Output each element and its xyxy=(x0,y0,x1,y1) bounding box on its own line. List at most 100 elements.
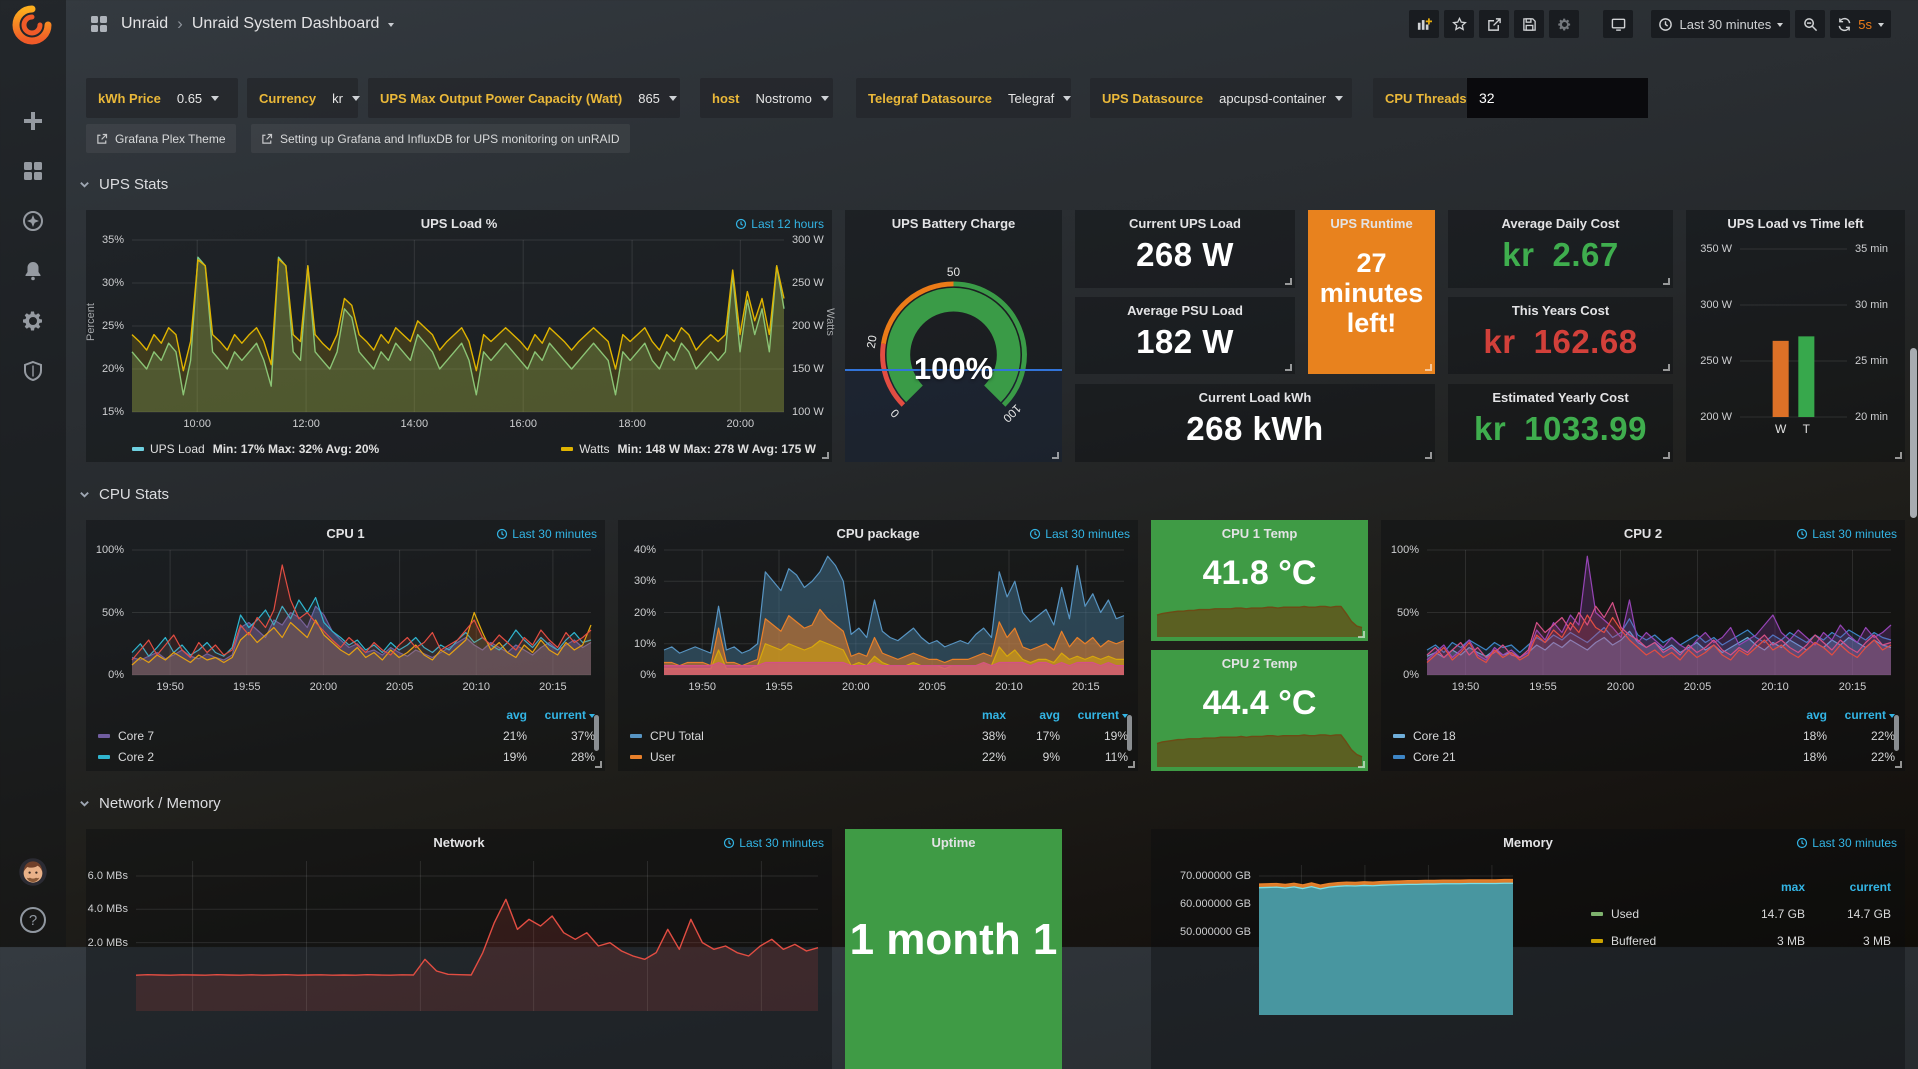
sidebar-item-configuration[interactable] xyxy=(20,308,46,334)
tv-mode-button[interactable] xyxy=(1603,10,1633,38)
chevron-down-icon[interactable] xyxy=(388,23,394,30)
row-header-cpu-stats[interactable]: CPU Stats xyxy=(79,486,169,503)
legend-series[interactable]: CPU Total xyxy=(630,729,948,743)
sidebar-item-dashboards[interactable] xyxy=(20,158,46,184)
legend-scrollbar[interactable] xyxy=(1894,715,1899,751)
legend-header-avg[interactable]: avg xyxy=(1006,708,1060,722)
panel-time-range[interactable]: Last 12 hours xyxy=(735,217,824,231)
resize-handle[interactable] xyxy=(1425,452,1432,459)
panel-title[interactable]: Memory xyxy=(1151,835,1905,850)
panel-title[interactable]: UPS Load vs Time left xyxy=(1686,216,1905,231)
sidebar-item-server-admin[interactable] xyxy=(20,358,46,384)
panel-title[interactable]: UPS Load % xyxy=(86,216,832,231)
resize-handle[interactable] xyxy=(1358,631,1365,638)
resize-handle[interactable] xyxy=(822,452,829,459)
grafana-logo[interactable] xyxy=(12,5,52,45)
panel-title[interactable]: Uptime xyxy=(845,835,1062,850)
legend-series[interactable]: Core 18 xyxy=(1393,729,1765,743)
panel-title[interactable]: UPS Runtime xyxy=(1308,216,1435,231)
breadcrumb-root[interactable]: Unraid xyxy=(121,15,168,33)
legend-header-current[interactable]: current xyxy=(1827,708,1895,722)
panel-title[interactable]: CPU 2 Temp xyxy=(1151,656,1368,671)
variable-ups-max-power[interactable]: UPS Max Output Power Capacity (Watt)865 xyxy=(368,78,680,118)
resize-handle[interactable] xyxy=(1663,278,1670,285)
panel-time-range[interactable]: Last 30 minutes xyxy=(1796,527,1897,541)
resize-handle[interactable] xyxy=(1358,761,1365,768)
panel-title[interactable]: UPS Battery Charge xyxy=(845,216,1062,231)
ups-load-chart[interactable] xyxy=(132,240,784,412)
battery-gauge[interactable]: 02050100 xyxy=(855,240,1052,446)
resize-handle[interactable] xyxy=(1663,452,1670,459)
sidebar-item-explore[interactable] xyxy=(20,208,46,234)
panel-title[interactable]: Current Load kWh xyxy=(1075,390,1435,405)
panel-time-range[interactable]: Last 30 minutes xyxy=(723,836,824,850)
panel-title[interactable]: Average PSU Load xyxy=(1075,303,1295,318)
refresh-picker[interactable]: 5s xyxy=(1830,10,1891,38)
share-button[interactable] xyxy=(1479,10,1509,38)
page-scrollbar[interactable] xyxy=(1910,348,1917,518)
variable-telegraf-datasource[interactable]: Telegraf DatasourceTelegraf xyxy=(856,78,1071,118)
legend-header-current[interactable]: current xyxy=(1805,880,1891,894)
legend-header-max[interactable]: max xyxy=(948,708,1006,722)
legend-series[interactable]: Core 21 xyxy=(1393,750,1765,764)
resize-handle[interactable] xyxy=(1285,364,1292,371)
legend-header-max[interactable]: max xyxy=(1725,880,1805,894)
panel-time-range[interactable]: Last 30 minutes xyxy=(496,527,597,541)
panel-title[interactable]: Network xyxy=(86,835,832,850)
bars-chart[interactable] xyxy=(1740,249,1847,417)
panel-time-range[interactable]: Last 30 minutes xyxy=(1029,527,1130,541)
legend-header-avg[interactable]: avg xyxy=(1765,708,1827,722)
legend-series[interactable]: User xyxy=(630,750,948,764)
panel-title[interactable]: Estimated Yearly Cost xyxy=(1448,390,1673,405)
cpu-package-chart[interactable] xyxy=(664,550,1124,675)
variable-kwh-price[interactable]: kWh Price0.65 xyxy=(86,78,238,118)
legend-scrollbar[interactable] xyxy=(594,715,599,751)
legend-series[interactable]: Used xyxy=(1591,907,1725,921)
zoom-out-button[interactable] xyxy=(1795,10,1825,38)
save-button[interactable] xyxy=(1514,10,1544,38)
variable-currency[interactable]: Currencykr xyxy=(247,78,358,118)
row-header-ups-stats[interactable]: UPS Stats xyxy=(79,176,168,193)
cpu-threads-input[interactable] xyxy=(1467,78,1648,118)
network-chart[interactable] xyxy=(136,861,818,1011)
row-header-network-memory[interactable]: Network / Memory xyxy=(79,795,221,812)
link-grafana-plex-theme[interactable]: Grafana Plex Theme xyxy=(86,124,236,153)
settings-button[interactable] xyxy=(1549,10,1579,38)
legend-series[interactable]: Core 2 xyxy=(98,750,465,764)
sidebar-item-alerting[interactable] xyxy=(20,258,46,284)
resize-handle[interactable] xyxy=(1425,364,1432,371)
resize-handle[interactable] xyxy=(595,761,602,768)
avatar[interactable] xyxy=(18,857,48,887)
cpu2-chart[interactable] xyxy=(1427,550,1891,675)
resize-handle[interactable] xyxy=(1052,452,1059,459)
legend-item-ups-load[interactable]: UPS LoadMin: 17% Max: 32% Avg: 20% xyxy=(132,439,379,459)
legend-header-current[interactable]: current xyxy=(1060,708,1128,722)
resize-handle[interactable] xyxy=(1663,364,1670,371)
star-button[interactable] xyxy=(1444,10,1474,38)
resize-handle[interactable] xyxy=(1285,278,1292,285)
add-panel-button[interactable] xyxy=(1409,10,1439,38)
help-button[interactable]: ? xyxy=(20,907,46,933)
panel-title[interactable]: Average Daily Cost xyxy=(1448,216,1673,231)
panel-title[interactable]: Current UPS Load xyxy=(1075,216,1295,231)
apps-grid-button[interactable] xyxy=(86,11,112,37)
legend-header-avg[interactable]: avg xyxy=(465,708,527,722)
panel-title[interactable]: CPU 1 Temp xyxy=(1151,526,1368,541)
legend-header-current[interactable]: current xyxy=(527,708,595,722)
resize-handle[interactable] xyxy=(1895,761,1902,768)
time-range-picker[interactable]: Last 30 minutes xyxy=(1651,10,1790,38)
resize-handle[interactable] xyxy=(1128,761,1135,768)
panel-title[interactable]: This Years Cost xyxy=(1448,303,1673,318)
resize-handle[interactable] xyxy=(1895,452,1902,459)
legend-scrollbar[interactable] xyxy=(1127,715,1132,751)
cpu1-chart[interactable] xyxy=(132,550,591,675)
variable-host[interactable]: hostNostromo xyxy=(700,78,833,118)
variable-ups-datasource[interactable]: UPS Datasourceapcupsd-container xyxy=(1090,78,1352,118)
sidebar-item-create[interactable] xyxy=(20,108,46,134)
legend-item-watts[interactable]: WattsMin: 148 W Max: 278 W Avg: 175 W xyxy=(561,439,816,459)
breadcrumb-current[interactable]: Unraid System Dashboard xyxy=(192,15,380,33)
panel-time-range[interactable]: Last 30 minutes xyxy=(1796,836,1897,850)
legend-series[interactable]: Core 7 xyxy=(98,729,465,743)
legend-series[interactable]: Buffered xyxy=(1591,934,1725,948)
link-ups-monitoring-guide[interactable]: Setting up Grafana and InfluxDB for UPS … xyxy=(251,124,630,153)
